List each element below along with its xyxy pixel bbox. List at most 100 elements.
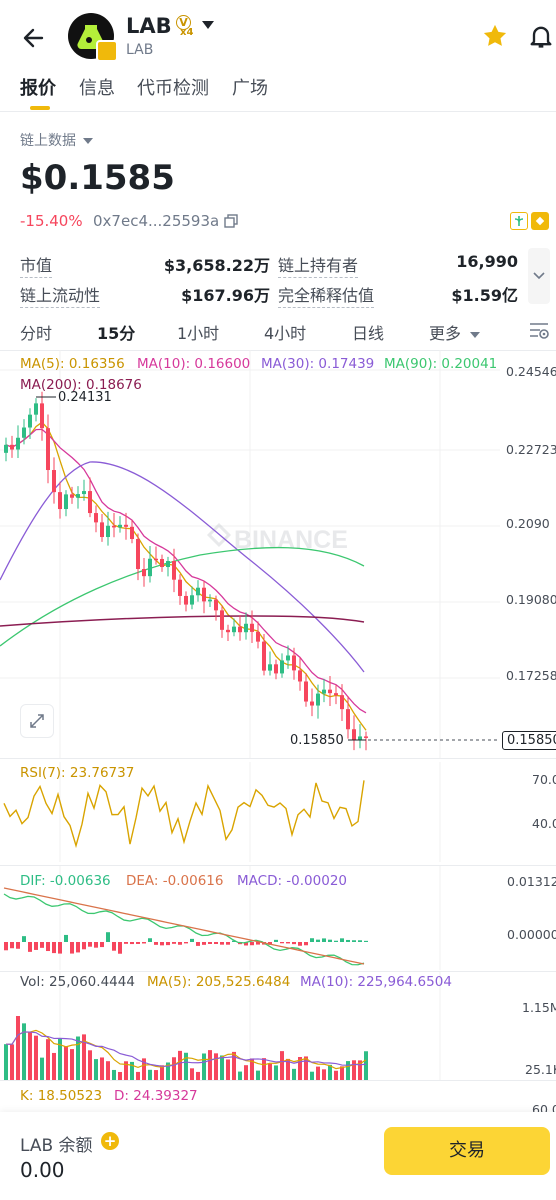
token-symbol[interactable]: LAB [126, 14, 172, 38]
vol-axis-label: 1.15M [522, 1000, 556, 1015]
token-dropdown-caret[interactable] [202, 21, 214, 29]
current-price: $0.1585 [20, 158, 175, 198]
volume-bar [106, 1061, 110, 1080]
chart-settings-icon[interactable] [528, 319, 550, 341]
macd-bar [208, 942, 212, 945]
candlestick-chart[interactable]: BINANCE 0.24131 0.15850 [0, 350, 556, 760]
ma30-legend: MA(30): 0.17439 [261, 356, 375, 372]
candle-body [250, 623, 254, 632]
liquidity-label[interactable]: 链上流动性 [20, 282, 101, 308]
volume-bar [352, 1060, 356, 1080]
volume-bar [310, 1071, 314, 1080]
candle-body [94, 513, 98, 523]
macd-bar [100, 942, 104, 948]
volume-bar [364, 1051, 368, 1080]
timeframe-1d[interactable]: 日线 [352, 320, 384, 344]
volume-bar [214, 1053, 218, 1080]
vol-ma10-legend: MA(10): 225,964.6504 [300, 974, 452, 990]
holders-label[interactable]: 链上持有者 [278, 252, 359, 278]
candle-body [184, 595, 188, 605]
candle-body [76, 494, 80, 498]
volume-bar [262, 1058, 266, 1080]
candle-body [190, 595, 194, 605]
back-button[interactable] [20, 24, 48, 52]
volume-bar [46, 1039, 50, 1080]
favorite-button[interactable] [481, 22, 509, 50]
candle-body [64, 494, 68, 510]
timeframe-4h[interactable]: 4小时 [264, 320, 306, 344]
candle-body [310, 701, 314, 706]
binance-icon [531, 212, 549, 230]
candle-body [40, 403, 44, 429]
timeframe-line[interactable]: 分时 [20, 320, 52, 344]
candle-body [298, 670, 302, 682]
stats-expand-button[interactable] [528, 248, 550, 304]
macd-bar [82, 942, 86, 950]
candle-body [70, 494, 74, 498]
volume-bar [220, 1055, 224, 1080]
candle-body [340, 695, 344, 710]
candle-body [148, 558, 152, 577]
rsi-axis-label: 70.0 [532, 772, 556, 787]
candle-body [352, 729, 356, 740]
macd-bar [280, 942, 284, 944]
volume-bar [154, 1070, 158, 1080]
volume-bar [232, 1051, 236, 1080]
tab-token-check[interactable]: 代币检测 [137, 74, 209, 100]
macd-bar [322, 938, 326, 942]
macd-bar [166, 942, 170, 946]
tab-square[interactable]: 广场 [232, 74, 268, 100]
candle-body [214, 599, 218, 611]
timeframe-more[interactable]: 更多 [429, 320, 481, 344]
trade-button[interactable]: 交易 [384, 1127, 550, 1175]
macd-bar [298, 942, 302, 946]
arrow-left-icon [23, 28, 44, 48]
macd-bar [310, 938, 314, 942]
volume-bar [172, 1057, 176, 1080]
macd-bar [112, 942, 116, 951]
macd-bar [226, 942, 230, 945]
tab-quote[interactable]: 报价 [20, 74, 56, 100]
macd-bar [106, 932, 110, 942]
candle-body [136, 539, 140, 570]
market-cap-label[interactable]: 市值 [20, 252, 53, 278]
macd-bar [340, 938, 344, 942]
macd-bar [220, 942, 224, 945]
tab-info[interactable]: 信息 [79, 74, 115, 100]
vol-divider [0, 1080, 556, 1081]
chevron-down-icon [83, 138, 94, 144]
candle-body [106, 525, 110, 538]
alert-button[interactable] [527, 22, 555, 50]
fullscreen-button[interactable] [20, 704, 54, 738]
volume-bar [208, 1050, 212, 1080]
timeframe-1h[interactable]: 1小时 [177, 320, 219, 344]
ma90-legend: MA(90): 0.20041 [384, 356, 498, 372]
onchain-data-dropdown[interactable]: 链上数据 [20, 130, 94, 150]
macd-bar [58, 942, 62, 954]
macd-bar [64, 934, 68, 942]
candle-body [142, 569, 146, 577]
candle-body [238, 626, 242, 633]
candle-body [34, 403, 38, 415]
chevron-down-icon [470, 331, 481, 338]
volume-bar [322, 1069, 326, 1080]
bell-icon [530, 26, 552, 48]
candle-body [196, 587, 200, 596]
macd-bar [76, 942, 80, 953]
copy-icon[interactable] [224, 213, 238, 228]
candle-body [22, 427, 26, 438]
macd-bar [148, 938, 152, 942]
macd-bar [4, 942, 8, 951]
volume-bar [196, 1071, 200, 1080]
fdv-label[interactable]: 完全稀释估值 [278, 282, 375, 308]
volume-bar [346, 1061, 350, 1080]
add-balance-icon[interactable]: + [101, 1132, 119, 1150]
macd-bar [70, 942, 74, 954]
price-axis-label: 0.22723 [506, 442, 556, 457]
dea-legend: DEA: -0.00616 [126, 873, 224, 889]
volume-bar [184, 1052, 188, 1080]
candle-body [292, 655, 296, 671]
candle-body [178, 579, 182, 596]
macd-bar [136, 942, 140, 944]
timeframe-15m[interactable]: 15分 [97, 320, 135, 344]
